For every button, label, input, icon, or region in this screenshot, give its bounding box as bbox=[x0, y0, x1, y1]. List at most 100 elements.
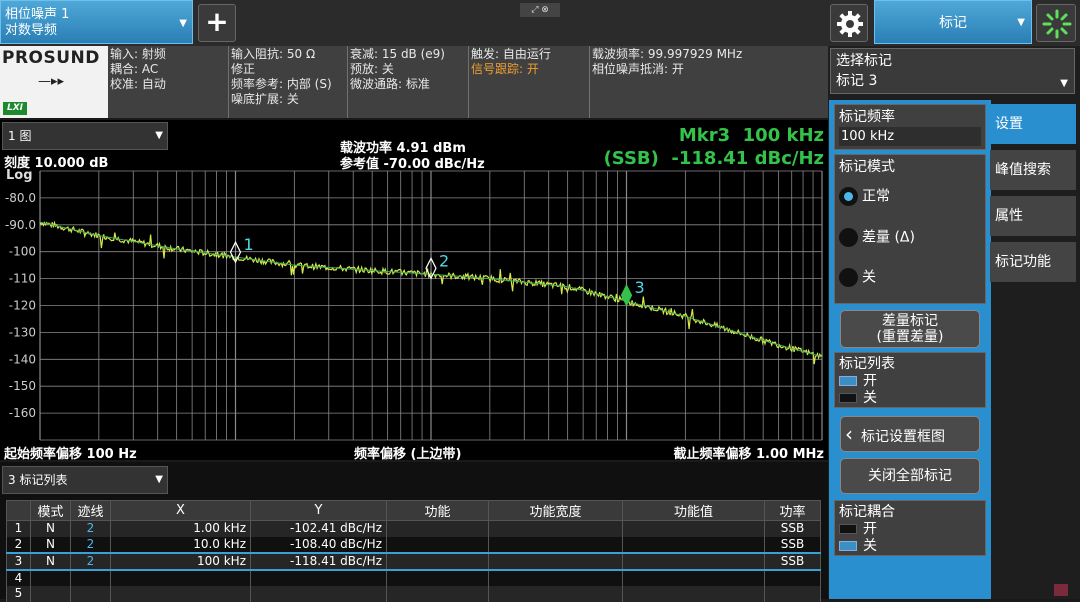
table-cell-y bbox=[250, 569, 387, 586]
table-cell-x: 1.00 kHz bbox=[110, 520, 251, 537]
brand-logo: PROSUND —▸▸ LXI bbox=[0, 46, 108, 118]
table-cell-fv bbox=[622, 520, 765, 537]
y-tick-label: -110 bbox=[9, 272, 36, 286]
menu-tab-label: 标记 bbox=[939, 15, 967, 31]
toggle-off-label: 关 bbox=[863, 390, 877, 406]
info-impedance[interactable]: 输入阻抗: 50 Ω 修正 频率参考: 内部 (S) 噪底扩展: 关 bbox=[229, 46, 347, 108]
table-window-selector[interactable]: 3 标记列表 ▼ bbox=[2, 466, 168, 494]
info-input[interactable]: 输入: 射频 耦合: AC 校准: 自动 bbox=[108, 46, 228, 93]
mode-off-option[interactable]: 关 bbox=[839, 268, 981, 288]
table-cell-n: 5 bbox=[6, 585, 31, 602]
window-control-icons[interactable]: ⤢ ⊗ bbox=[520, 3, 560, 17]
settings-button[interactable] bbox=[830, 4, 868, 42]
tab-marker-function[interactable]: 标记功能 bbox=[990, 242, 1076, 282]
y-tick-label: -130 bbox=[9, 325, 36, 339]
x-axis-label: 频率偏移 (上边带) bbox=[354, 447, 462, 462]
y-tick-label: -80.0 bbox=[5, 191, 36, 205]
delta-marker-button[interactable]: 差量标记 (重置差量) bbox=[840, 310, 980, 348]
table-header-row: 模式 迹线 X Y 功能 功能宽度 功能值 功率 bbox=[6, 500, 821, 521]
marker-list-on: 开 bbox=[839, 373, 981, 390]
column-header: 迹线 bbox=[70, 500, 111, 521]
info-trigger-mode: 触发: 自由运行 bbox=[471, 47, 551, 61]
table-cell-fv bbox=[622, 569, 765, 586]
info-attenuation[interactable]: 衰减: 15 dB (e9) 预放: 关 微波通路: 标准 bbox=[348, 46, 468, 93]
select-marker-dropdown[interactable]: 选择标记 标记 3 ▼ bbox=[830, 48, 1075, 94]
marker-list-toggle[interactable]: 标记列表 开 关 bbox=[834, 352, 986, 408]
table-cell-trace: 2 bbox=[70, 520, 111, 537]
sweep-status-button[interactable] bbox=[1036, 4, 1076, 42]
table-cell-fn bbox=[386, 551, 489, 571]
info-mw-path: 微波通路: 标准 bbox=[350, 77, 430, 91]
marker-label: 3 bbox=[635, 278, 645, 297]
marker-table-row[interactable]: 5 bbox=[6, 585, 821, 602]
table-cell-fw bbox=[488, 569, 623, 586]
toggle-on-label: 开 bbox=[863, 521, 877, 537]
menu-tab-marker[interactable]: 标记 ▼ bbox=[874, 0, 1032, 44]
table-body: 1 N 2 1.00 kHz -102.41 dBc/Hz SSB 2 N 2 10.0 kHz -… bbox=[6, 520, 821, 602]
marker-coupling-off: 关 bbox=[839, 538, 981, 555]
toggle-off-icon bbox=[839, 524, 857, 534]
toggle-on-icon bbox=[839, 376, 857, 386]
chevron-down-icon: ▼ bbox=[179, 18, 187, 29]
marker-settings-button[interactable]: ‹ 标记设置框图 bbox=[840, 416, 980, 452]
tab-settings[interactable]: 设置 bbox=[990, 104, 1076, 144]
table-cell-y: -102.41 dBc/Hz bbox=[250, 520, 387, 537]
tab-properties[interactable]: 属性 bbox=[990, 196, 1076, 236]
table-cell-x bbox=[110, 569, 251, 586]
marker-coupling-on: 开 bbox=[839, 521, 981, 538]
add-window-button[interactable]: + bbox=[198, 4, 236, 42]
tab-peak-search[interactable]: 峰值搜索 bbox=[990, 150, 1076, 190]
table-cell-fw bbox=[488, 585, 623, 602]
marker-table-row[interactable]: 1 N 2 1.00 kHz -102.41 dBc/Hz SSB bbox=[6, 520, 821, 537]
marker-frequency-value[interactable]: 100 kHz bbox=[839, 127, 981, 146]
table-cell-x bbox=[110, 585, 251, 602]
table-window-label: 3 标记列表 bbox=[8, 473, 68, 487]
column-header: 功能宽度 bbox=[488, 500, 623, 521]
mode-delta-option[interactable]: 差量 (Δ) bbox=[839, 227, 981, 248]
corner-indicator bbox=[1054, 584, 1068, 596]
marker-coupling-toggle[interactable]: 标记耦合 开 关 bbox=[834, 500, 986, 556]
table-cell-pw: SSB bbox=[764, 551, 821, 571]
marker-table-row[interactable]: 3 N 2 100 kHz -118.41 dBc/Hz SSB bbox=[6, 551, 821, 571]
toggle-on-label: 开 bbox=[863, 373, 877, 389]
marker-list-off: 关 bbox=[839, 390, 981, 407]
y-tick-label: -140 bbox=[9, 352, 36, 366]
y-tick-label: -120 bbox=[9, 299, 36, 313]
input-arrow-icon: —▸▸ bbox=[38, 74, 65, 89]
marker-coupling-label: 标记耦合 bbox=[839, 504, 895, 520]
sweep-spinner-icon bbox=[1042, 9, 1072, 39]
table-cell-fv bbox=[622, 536, 765, 553]
table-cell-mode bbox=[30, 569, 71, 586]
table-cell-fn bbox=[386, 585, 489, 602]
phase-noise-plot[interactable]: -80.0 -90.0 -100 -110 -120 -130 -140 -150 -160 1 2… bbox=[0, 120, 828, 460]
table-cell-trace: 2 bbox=[70, 551, 111, 571]
info-trigger[interactable]: 触发: 自由运行 信号跟踪: 开 bbox=[469, 46, 589, 78]
gear-icon bbox=[837, 11, 863, 37]
radio-selected-icon bbox=[839, 187, 858, 206]
info-freq-ref: 频率参考: 内部 (S) bbox=[231, 77, 332, 91]
table-cell-pw: SSB bbox=[764, 536, 821, 553]
marker-table-row[interactable]: 4 bbox=[6, 569, 821, 586]
table-cell-pw bbox=[764, 585, 821, 602]
info-carrier[interactable]: 载波频率: 99.997929 MHz 相位噪声抵消: 开 bbox=[590, 46, 828, 78]
close-all-markers-button[interactable]: 关闭全部标记 bbox=[840, 458, 980, 494]
table-cell-mode: N bbox=[30, 551, 71, 571]
table-cell-x: 10.0 kHz bbox=[110, 536, 251, 553]
marker-table[interactable]: 模式 迹线 X Y 功能 功能宽度 功能值 功率 1 N 2 1.00 kHz -102.41 dBc… bbox=[6, 500, 821, 602]
marker-table-row[interactable]: 2 N 2 10.0 kHz -108.40 dBc/Hz SSB bbox=[6, 536, 821, 553]
start-offset-label: 起始频率偏移 100 Hz bbox=[4, 447, 137, 462]
lxi-badge: LXI bbox=[3, 102, 27, 115]
stop-offset-label: 截止频率偏移 1.00 MHz bbox=[673, 447, 824, 462]
column-header bbox=[6, 500, 31, 521]
table-cell-mode: N bbox=[30, 536, 71, 553]
info-preamp: 预放: 关 bbox=[350, 62, 394, 76]
mode-line-2: 对数导频 bbox=[5, 23, 58, 38]
toggle-off-label: 关 bbox=[863, 538, 877, 554]
measurement-mode-tab[interactable]: 相位噪声 1 对数导频 ▼ bbox=[0, 0, 193, 44]
marker-frequency-field[interactable]: 标记频率 100 kHz bbox=[834, 104, 986, 150]
table-cell-fv bbox=[622, 585, 765, 602]
marker-mode-group: 标记模式 正常 差量 (Δ) 关 bbox=[834, 154, 986, 304]
mode-normal-option[interactable]: 正常 bbox=[839, 187, 981, 207]
delta-button-line1: 差量标记 bbox=[882, 313, 938, 329]
table-cell-fn bbox=[386, 569, 489, 586]
